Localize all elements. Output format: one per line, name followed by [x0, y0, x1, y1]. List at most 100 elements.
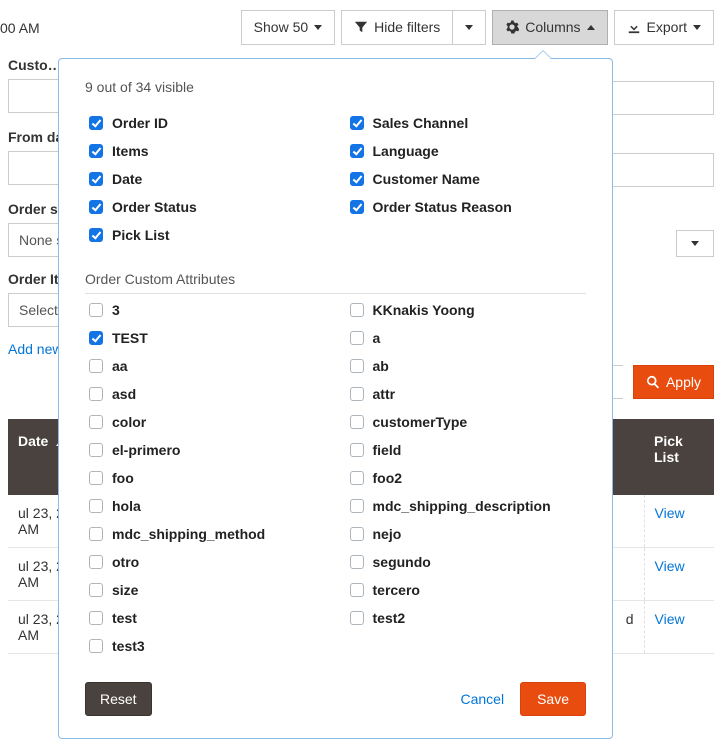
columns-button[interactable]: Columns — [492, 10, 607, 45]
checkbox-a[interactable] — [350, 331, 364, 345]
checkbox-label-field[interactable]: field — [373, 442, 402, 459]
checkbox-test2[interactable] — [350, 611, 364, 625]
checkbox-hola[interactable] — [89, 499, 103, 513]
checkbox-label-items[interactable]: Items — [112, 143, 149, 160]
checkbox-customertype[interactable] — [350, 415, 364, 429]
checkbox-label-aa[interactable]: aa — [112, 358, 128, 375]
checkbox-label-mdc-shipping-description[interactable]: mdc_shipping_description — [373, 498, 551, 515]
search-icon — [646, 375, 660, 389]
hide-filters-button[interactable]: Hide filters — [341, 10, 453, 45]
checkbox-size[interactable] — [89, 583, 103, 597]
checkbox-test[interactable] — [89, 611, 103, 625]
checkbox-label-tercero[interactable]: tercero — [373, 582, 420, 599]
hide-filters-label: Hide filters — [374, 19, 440, 36]
checkbox-label-language[interactable]: Language — [373, 143, 439, 160]
checkbox-label-ab[interactable]: ab — [373, 358, 389, 375]
checkbox-test[interactable] — [89, 331, 103, 345]
checkbox-color[interactable] — [89, 415, 103, 429]
checkbox-label-foo[interactable]: foo — [112, 470, 134, 487]
cancel-link[interactable]: Cancel — [460, 691, 504, 707]
bg-dropdown-button[interactable] — [676, 230, 714, 257]
checkbox-otro[interactable] — [89, 555, 103, 569]
checkbox-label-el-primero[interactable]: el-primero — [112, 442, 180, 459]
chevron-down-icon — [693, 25, 701, 30]
checkbox-label-date[interactable]: Date — [112, 171, 142, 188]
checkbox-language[interactable] — [350, 144, 364, 158]
col-pick-list[interactable]: Pick List — [644, 419, 714, 495]
checkbox-nejo[interactable] — [350, 527, 364, 541]
checkbox-label-order-status-reason[interactable]: Order Status Reason — [373, 199, 512, 216]
gear-icon — [505, 20, 519, 34]
chevron-down-icon — [465, 25, 473, 30]
checkbox-label-a[interactable]: a — [373, 330, 381, 347]
checkbox-label-3[interactable]: 3 — [112, 302, 120, 319]
checkbox-label-test3[interactable]: test3 — [112, 638, 145, 655]
chevron-down-icon — [314, 25, 322, 30]
chevron-down-icon — [691, 241, 699, 246]
checkbox-sales-channel[interactable] — [350, 116, 364, 130]
checkbox-aa[interactable] — [89, 359, 103, 373]
checkbox-label-otro[interactable]: otro — [112, 554, 139, 571]
visible-count: 9 out of 34 visible — [85, 79, 586, 95]
checkbox-label-test2[interactable]: test2 — [373, 610, 406, 627]
show-count-label: Show 50 — [254, 19, 308, 36]
checkbox-label-customer-name[interactable]: Customer Name — [373, 171, 480, 188]
checkbox-label-test[interactable]: test — [112, 610, 137, 627]
checkbox-label-nejo[interactable]: nejo — [373, 526, 402, 543]
checkbox-customer-name[interactable] — [350, 172, 364, 186]
checkbox-label-foo2[interactable]: foo2 — [373, 470, 403, 487]
checkbox-mdc-shipping-description[interactable] — [350, 499, 364, 513]
checkbox-order-id[interactable] — [89, 116, 103, 130]
checkbox-label-order-id[interactable]: Order ID — [112, 115, 168, 132]
columns-label: Columns — [525, 19, 580, 36]
save-button[interactable]: Save — [520, 682, 586, 716]
checkbox-date[interactable] — [89, 172, 103, 186]
checkbox-foo2[interactable] — [350, 471, 364, 485]
reset-button[interactable]: Reset — [85, 682, 152, 716]
checkbox-order-status-reason[interactable] — [350, 200, 364, 214]
checkbox-3[interactable] — [89, 303, 103, 317]
checkbox-field[interactable] — [350, 443, 364, 457]
custom-attributes-heading: Order Custom Attributes — [85, 271, 586, 294]
checkbox-label-kknakis-yoong[interactable]: KKnakis Yoong — [373, 302, 475, 319]
checkbox-label-sales-channel[interactable]: Sales Channel — [373, 115, 469, 132]
checkbox-segundo[interactable] — [350, 555, 364, 569]
view-link[interactable]: View — [655, 505, 685, 521]
apply-button[interactable]: Apply — [633, 365, 714, 399]
show-count-button[interactable]: Show 50 — [241, 10, 335, 45]
checkbox-attr[interactable] — [350, 387, 364, 401]
checkbox-label-hola[interactable]: hola — [112, 498, 141, 515]
checkbox-label-size[interactable]: size — [112, 582, 138, 599]
popover-arrow — [534, 50, 552, 59]
checkbox-foo[interactable] — [89, 471, 103, 485]
checkbox-label-color[interactable]: color — [112, 414, 146, 431]
cell-picklist: View — [644, 600, 714, 653]
cell-picklist: View — [644, 495, 714, 548]
checkbox-label-pick-list[interactable]: Pick List — [112, 227, 170, 244]
checkbox-label-order-status[interactable]: Order Status — [112, 199, 197, 216]
filter-icon — [354, 20, 368, 34]
checkbox-label-asd[interactable]: asd — [112, 386, 136, 403]
checkbox-test3[interactable] — [89, 639, 103, 653]
export-button[interactable]: Export — [614, 10, 714, 45]
columns-popover: 9 out of 34 visible Order ID Items Date Ord… — [58, 58, 613, 739]
checkbox-label-attr[interactable]: attr — [373, 386, 396, 403]
checkbox-kknakis-yoong[interactable] — [350, 303, 364, 317]
time-fragment: 00 AM — [0, 10, 241, 45]
checkbox-el-primero[interactable] — [89, 443, 103, 457]
checkbox-mdc-shipping-method[interactable] — [89, 527, 103, 541]
checkbox-asd[interactable] — [89, 387, 103, 401]
checkbox-tercero[interactable] — [350, 583, 364, 597]
checkbox-label-customertype[interactable]: customerType — [373, 414, 468, 431]
checkbox-label-test[interactable]: TEST — [112, 330, 148, 347]
checkbox-order-status[interactable] — [89, 200, 103, 214]
checkbox-items[interactable] — [89, 144, 103, 158]
checkbox-label-segundo[interactable]: segundo — [373, 554, 431, 571]
checkbox-label-mdc-shipping-method[interactable]: mdc_shipping_method — [112, 526, 265, 543]
view-link[interactable]: View — [655, 558, 685, 574]
checkbox-ab[interactable] — [350, 359, 364, 373]
hide-filters-caret[interactable] — [453, 10, 486, 45]
view-link[interactable]: View — [655, 611, 685, 627]
download-icon — [627, 20, 641, 34]
checkbox-pick-list[interactable] — [89, 228, 103, 242]
